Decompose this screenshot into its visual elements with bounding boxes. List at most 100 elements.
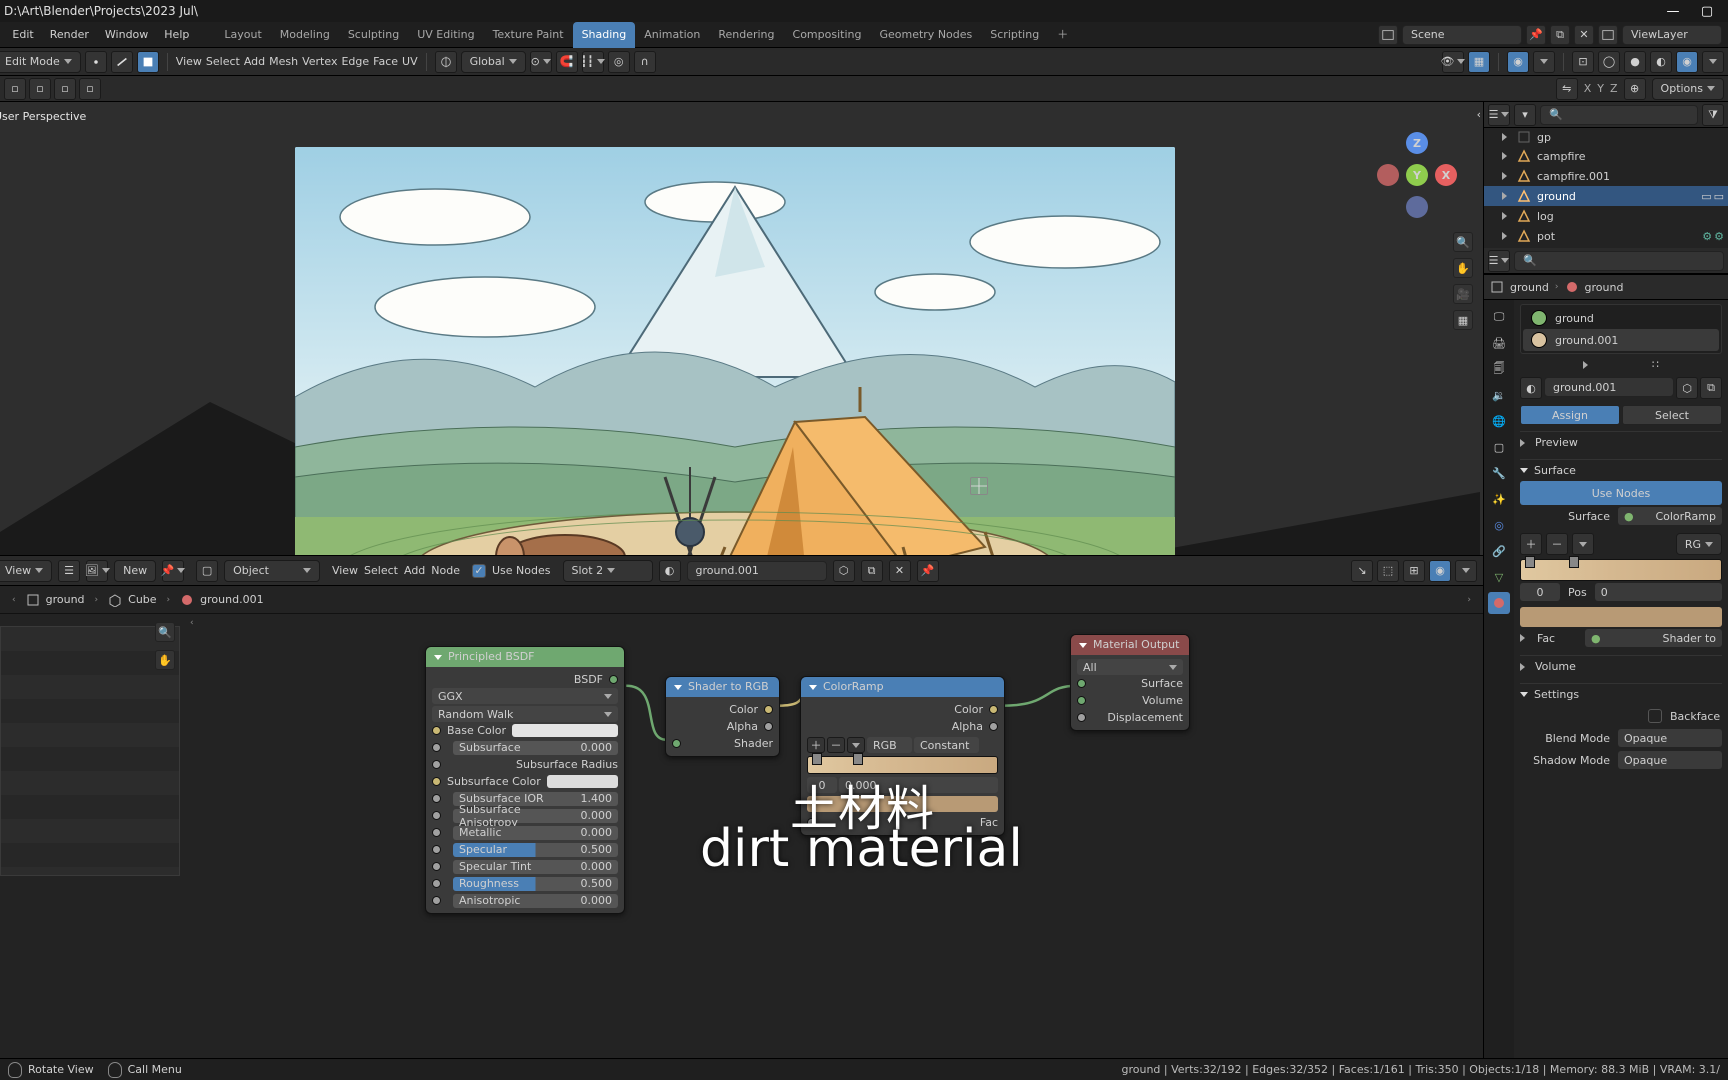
gizmo-y[interactable]: Y [1406,164,1428,186]
pan-icon[interactable]: ✋ [1453,258,1473,278]
snap-dropdown[interactable]: ┇┇ [582,51,604,73]
ramp-node-mode[interactable]: RGB [867,737,912,753]
bc-obj[interactable]: ground [46,593,85,606]
zoom-icon[interactable]: 🔍 [1453,232,1473,252]
select-vert-mode[interactable] [85,51,107,73]
principled-subsurface-anisotropy[interactable]: Subsurface Anisotropy0.000 [432,807,618,824]
principled-base-color[interactable]: Base Color [432,722,618,739]
shadow-value[interactable]: Opaque [1618,751,1722,769]
tab-scripting[interactable]: Scripting [981,22,1048,48]
ptab-scene[interactable]: 🔉 [1488,384,1510,406]
image-editor-grid[interactable] [0,626,180,876]
ptab-object[interactable]: ▢ [1488,436,1510,458]
principled-subsurface[interactable]: Subsurface0.000 [432,739,618,756]
outliner-item-gp[interactable]: gp [1537,131,1551,144]
shading-dropdown[interactable] [1702,51,1724,73]
window-minimize[interactable]: — [1656,0,1690,22]
node-tool-1[interactable]: ↘ [1351,560,1373,582]
scene-copy[interactable]: ⧉ [1550,25,1570,45]
restrict-select-icon[interactable]: ▭ [1701,190,1711,203]
ramp-menu[interactable] [1572,533,1594,555]
material-browse[interactable]: ◐ [1520,377,1542,399]
principled-distribution[interactable]: GGX [432,688,618,704]
node-menu-view[interactable]: View [332,564,358,577]
principled-specular[interactable]: Specular0.500 [432,841,618,858]
bc-back[interactable]: ‹ [12,595,16,605]
modifier-icon[interactable]: ⚙ [1702,230,1712,243]
options-dropdown[interactable]: Options [1652,78,1724,100]
material-fake-user[interactable]: ⬡ [1676,377,1698,399]
pin-material[interactable]: 📌 [162,560,184,582]
props-bc-mat[interactable]: ground [1585,281,1624,294]
ramp-pos-value[interactable]: 0 [1595,583,1722,601]
select-edge-mode[interactable] [111,51,133,73]
node-menu-select[interactable]: Select [364,564,398,577]
image-zoom-icon[interactable]: 🔍 [155,622,175,642]
fac-expand[interactable] [1520,634,1525,642]
mat-delete-node[interactable]: ✕ [889,560,911,582]
principled-metallic[interactable]: Metallic0.000 [432,824,618,841]
tab-animation[interactable]: Animation [635,22,709,48]
shading-wire[interactable]: ◯ [1598,51,1620,73]
scene-field[interactable]: Scene [1402,25,1522,45]
menu-render[interactable]: Render [42,22,97,48]
header-view[interactable]: View [176,55,202,68]
proportional-dropdown[interactable]: ∩ [634,51,656,73]
mat-browse-node[interactable]: ◐ [659,560,681,582]
snap-toggle[interactable]: 🧲 [556,51,578,73]
mat-fake-user-node[interactable]: ⬡ [833,560,855,582]
corner-widget-3[interactable]: ▫ [54,78,76,100]
proportional-toggle[interactable]: ◎ [608,51,630,73]
node-canvas[interactable]: 🔍 ✋ ‹ Principled BSDF BSDF GGX Random Wa… [0,614,1483,1058]
principled-subsurface-radius[interactable]: Subsurface Radius [432,756,618,773]
section-volume[interactable]: Volume [1520,655,1722,677]
shading-matprev[interactable]: ◐ [1650,51,1672,73]
header-vertex[interactable]: Vertex [302,55,337,68]
select-face-mode[interactable] [137,51,159,73]
viewlayer-field[interactable]: ViewLayer [1622,25,1722,45]
header-uv[interactable]: UV [402,55,418,68]
tab-modeling[interactable]: Modeling [271,22,339,48]
viewport-collapse-arrow[interactable]: ‹ [1477,108,1481,121]
tab-add-workspace[interactable]: ＋ [1048,22,1077,48]
slot-dropdown[interactable]: Slot 2 [563,560,653,582]
tab-shading[interactable]: Shading [573,22,636,48]
fac-value[interactable]: ●Shader to [1585,629,1722,647]
ramp-node-add[interactable]: ＋ [807,737,825,753]
material-new-copy[interactable]: ⧉ [1700,377,1722,399]
mode-dropdown[interactable]: Edit Mode [0,51,81,73]
menu-edit[interactable]: Edit [4,22,41,48]
ramp-add[interactable]: ＋ [1520,533,1542,555]
ptab-physics[interactable]: ◎ [1488,514,1510,536]
node-backdrop[interactable]: ◉ [1429,560,1451,582]
ramp-node-remove[interactable]: － [827,737,845,753]
node-shader-to-rgb[interactable]: Shader to RGB Color Alpha Shader [665,676,780,757]
outliner-tree[interactable]: gp campfire campfire.001 ground ▭▭ log p… [1484,128,1728,248]
orientation-dropdown[interactable]: Global [461,51,526,73]
use-nodes-button[interactable]: Use Nodes [1520,481,1722,505]
node-principled-bsdf[interactable]: Principled BSDF BSDF GGX Random Walk Bas… [425,646,625,914]
node-tool-3[interactable]: ⊞ [1403,560,1425,582]
scene-pin[interactable]: 📌 [1526,25,1546,45]
blend-value[interactable]: Opaque [1618,729,1722,747]
shading-rendered[interactable]: ◉ [1676,51,1698,73]
header-add[interactable]: Add [244,55,265,68]
node-tool-2[interactable]: ⬚ [1377,560,1399,582]
outliner-filter[interactable]: ⧩ [1702,104,1724,126]
select-button[interactable]: Select [1622,405,1722,425]
ramp-mode[interactable]: RG [1676,533,1722,555]
outliner-item-ground[interactable]: ground [1537,190,1576,203]
section-settings[interactable]: Settings [1520,683,1722,705]
tab-texture-paint[interactable]: Texture Paint [484,22,573,48]
scene-delete[interactable]: ✕ [1574,25,1594,45]
tab-geometry-nodes[interactable]: Geometry Nodes [870,22,981,48]
principled-anisotropic[interactable]: Anisotropic0.000 [432,892,618,909]
node-datablock[interactable]: ▢ [196,560,218,582]
bc-mat[interactable]: ground.001 [200,593,263,606]
menu-window[interactable]: Window [97,22,156,48]
mat-copy-node[interactable]: ⧉ [861,560,883,582]
automerge-toggle[interactable]: ⊕ [1624,78,1646,100]
header-edge[interactable]: Edge [341,55,369,68]
shading-solid[interactable]: ● [1624,51,1646,73]
ramp-node-interp[interactable]: Constant [914,737,979,753]
